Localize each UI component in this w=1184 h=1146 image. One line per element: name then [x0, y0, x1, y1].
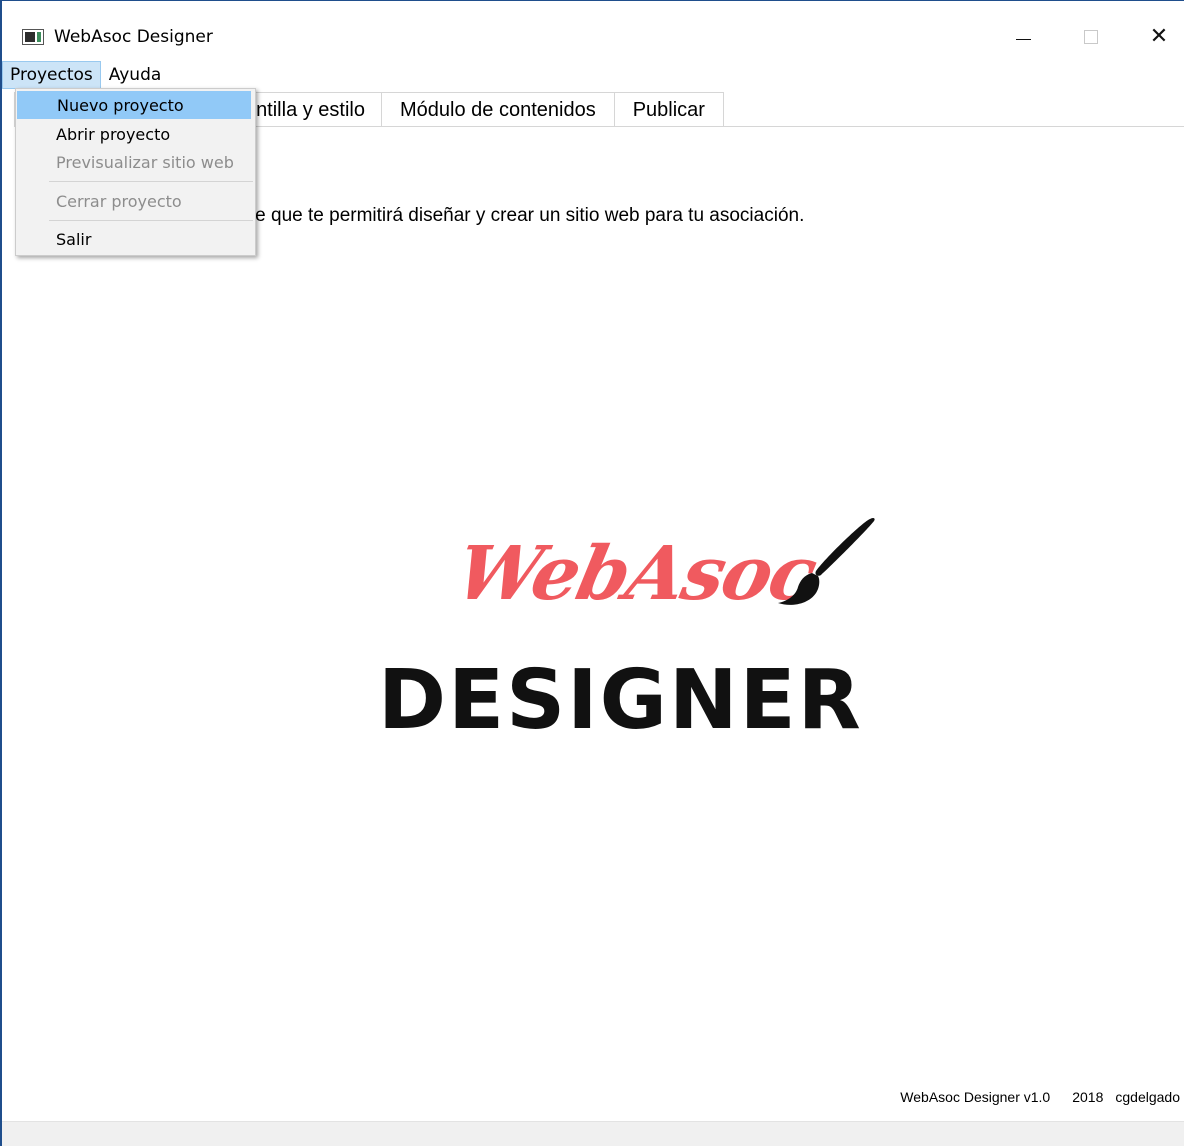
- menu-separator: [49, 220, 253, 221]
- close-icon: ✕: [1149, 24, 1169, 49]
- proyectos-dropdown-menu: Nuevo proyecto Abrir proyecto Previsuali…: [15, 88, 256, 256]
- maximize-button[interactable]: [1068, 19, 1114, 55]
- app-window: WebAsoc Designer ✕ Proyectos Ayuda ntill…: [0, 0, 1184, 1146]
- footer-year: 2018: [1072, 1089, 1104, 1105]
- menu-ayuda[interactable]: Ayuda: [101, 61, 170, 89]
- menu-item-nuevo-proyecto[interactable]: Nuevo proyecto: [17, 91, 251, 119]
- menu-proyectos[interactable]: Proyectos: [2, 61, 101, 89]
- app-logo: WebAsoc DESIGNER: [378, 515, 878, 755]
- close-button[interactable]: ✕: [1136, 19, 1182, 55]
- footer-info: WebAsoc Designer v1.0 2018 cgdelgado: [900, 1089, 1180, 1105]
- menu-item-previsualizar[interactable]: Previsualizar sitio web: [16, 148, 255, 176]
- title-bar[interactable]: WebAsoc Designer ✕: [2, 1, 1184, 59]
- menu-item-cerrar-proyecto[interactable]: Cerrar proyecto: [16, 187, 255, 215]
- menu-bar: Proyectos Ayuda: [2, 61, 1184, 89]
- logo-main-text: DESIGNER: [378, 653, 863, 748]
- footer-author: cgdelgado: [1115, 1089, 1180, 1105]
- logo-script-text: WebAsoc: [448, 531, 823, 617]
- paintbrush-icon: [778, 517, 875, 605]
- tab-publicar[interactable]: Publicar: [613, 92, 724, 127]
- maximize-icon: [1084, 30, 1098, 44]
- app-icon: [22, 29, 44, 45]
- window-title: WebAsoc Designer: [54, 27, 213, 47]
- minimize-icon: [1015, 38, 1031, 40]
- status-bar: [2, 1121, 1184, 1146]
- minimize-button[interactable]: [1000, 19, 1046, 55]
- footer-version: WebAsoc Designer v1.0: [900, 1089, 1051, 1105]
- menu-separator: [49, 181, 253, 182]
- tab-modulo-contenidos[interactable]: Módulo de contenidos: [381, 92, 615, 127]
- menu-item-salir[interactable]: Salir: [16, 225, 255, 253]
- menu-item-abrir-proyecto[interactable]: Abrir proyecto: [16, 120, 255, 148]
